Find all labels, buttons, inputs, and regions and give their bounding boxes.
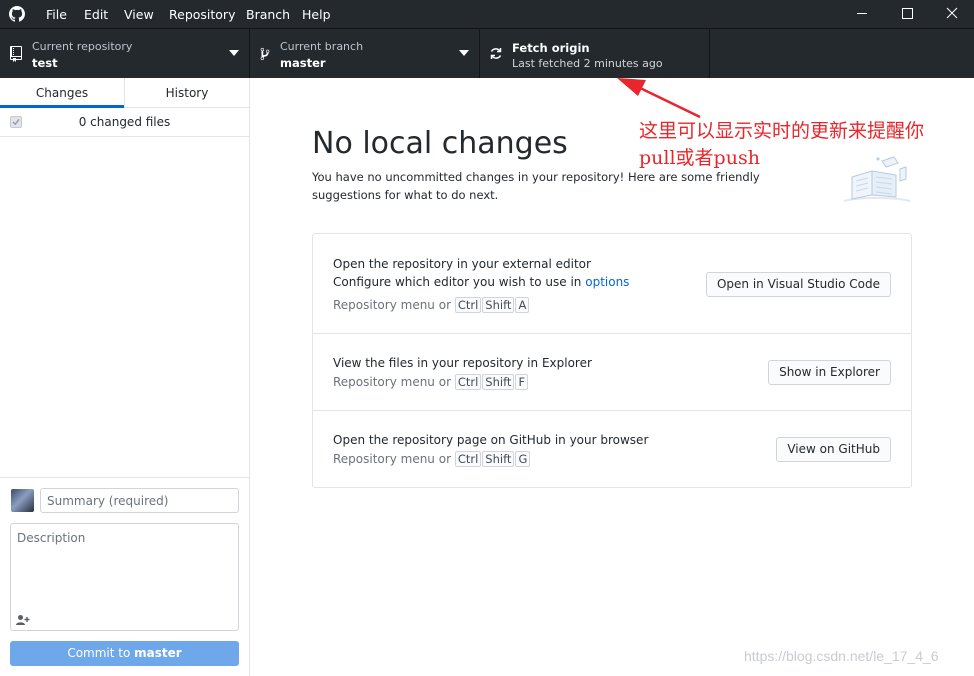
git-branch-icon bbox=[260, 47, 270, 61]
shortcut-label: Repository menu or bbox=[333, 452, 451, 466]
summary-input[interactable]: Summary (required) bbox=[40, 488, 239, 513]
suggestion-open-editor: Open the repository in your external edi… bbox=[313, 234, 911, 334]
current-branch-name: master bbox=[280, 56, 326, 70]
key-shift: Shift bbox=[482, 374, 515, 390]
suggestion-title: View the files in your repository in Exp… bbox=[333, 356, 592, 370]
title-bar: File Edit View Repository Branch Help bbox=[0, 0, 974, 28]
shortcut-label: Repository menu or bbox=[333, 298, 451, 312]
keyboard-shortcut: Repository menu or Ctrl Shift A bbox=[333, 297, 530, 313]
key-letter: A bbox=[515, 297, 530, 313]
menu-view[interactable]: View bbox=[124, 7, 154, 22]
suggestion-description: Configure which editor you wish to use i… bbox=[333, 275, 629, 289]
tab-changes[interactable]: Changes bbox=[0, 78, 124, 108]
suggestion-view-github: Open the repository page on GitHub in yo… bbox=[313, 411, 911, 487]
annotation-line-1: 这里可以显示实时的更新来提醒你 bbox=[639, 120, 925, 142]
key-letter: F bbox=[515, 374, 529, 390]
current-branch-label: Current branch bbox=[280, 40, 364, 53]
view-on-github-button[interactable]: View on GitHub bbox=[776, 437, 891, 462]
github-logo-icon bbox=[9, 6, 25, 22]
menu-file[interactable]: File bbox=[46, 7, 67, 22]
show-in-explorer-button[interactable]: Show in Explorer bbox=[768, 360, 891, 385]
menu-repository[interactable]: Repository bbox=[169, 7, 235, 22]
sync-icon bbox=[490, 48, 502, 59]
minimize-icon bbox=[857, 13, 867, 14]
fetch-origin-title: Fetch origin bbox=[512, 41, 590, 55]
repository-icon bbox=[10, 46, 22, 62]
tab-history[interactable]: History bbox=[124, 78, 249, 108]
avatar bbox=[11, 489, 34, 512]
page-title: No local changes bbox=[312, 126, 568, 161]
keyboard-shortcut: Repository menu or Ctrl Shift F bbox=[333, 374, 529, 390]
repository-selector[interactable]: Current repository test bbox=[0, 29, 250, 78]
commit-button-branch: master bbox=[134, 646, 182, 660]
branch-selector[interactable]: Current branch master bbox=[250, 29, 480, 78]
key-shift: Shift bbox=[482, 451, 515, 467]
shortcut-label: Repository menu or bbox=[333, 375, 451, 389]
key-ctrl: Ctrl bbox=[454, 451, 482, 467]
intro-text: You have no uncommitted changes in your … bbox=[312, 170, 760, 202]
current-repository-name: test bbox=[32, 56, 58, 70]
maximize-icon bbox=[902, 8, 913, 19]
close-icon bbox=[946, 7, 958, 19]
suggestion-title: Open the repository page on GitHub in yo… bbox=[333, 433, 649, 447]
key-ctrl: Ctrl bbox=[454, 297, 482, 313]
menu-help[interactable]: Help bbox=[302, 7, 331, 22]
suggestion-description-text: Configure which editor you wish to use i… bbox=[333, 275, 586, 289]
keyboard-shortcut: Repository menu or Ctrl Shift G bbox=[333, 451, 531, 467]
minimize-button[interactable] bbox=[842, 0, 882, 28]
chevron-down-icon bbox=[229, 50, 239, 56]
commit-button-prefix: Commit to bbox=[67, 646, 135, 660]
current-repository-label: Current repository bbox=[32, 40, 133, 53]
maximize-button[interactable] bbox=[887, 0, 927, 28]
changed-files-header: 0 changed files bbox=[0, 108, 249, 137]
commit-form: Summary (required) Description Commit to… bbox=[0, 477, 249, 676]
add-coauthor-icon[interactable] bbox=[16, 614, 30, 626]
description-placeholder: Description bbox=[17, 531, 86, 545]
annotation-text: 这里可以显示实时的更新来提醒你 pull或者push bbox=[639, 118, 924, 172]
key-ctrl: Ctrl bbox=[454, 374, 482, 390]
menu-edit[interactable]: Edit bbox=[84, 7, 108, 22]
last-fetched-text: Last fetched 2 minutes ago bbox=[512, 57, 663, 70]
sidebar: Changes History 0 changed files Summary … bbox=[0, 78, 250, 676]
fetch-origin-button[interactable]: Fetch origin Last fetched 2 minutes ago bbox=[480, 29, 710, 78]
commit-button[interactable]: Commit to master bbox=[10, 641, 239, 666]
menu-branch[interactable]: Branch bbox=[246, 7, 290, 22]
chevron-down-icon bbox=[459, 50, 469, 56]
suggestion-show-explorer: View the files in your repository in Exp… bbox=[313, 334, 911, 411]
close-button[interactable] bbox=[932, 0, 972, 28]
toolbar: Current repository test Current branch m… bbox=[0, 28, 974, 78]
annotation-line-2: pull或者push bbox=[639, 147, 760, 169]
key-letter: G bbox=[515, 451, 531, 467]
open-in-editor-button[interactable]: Open in Visual Studio Code bbox=[705, 272, 891, 297]
options-link[interactable]: options bbox=[585, 275, 629, 289]
watermark: https://blog.csdn.net/le_17_4_6 bbox=[744, 648, 939, 664]
description-input[interactable]: Description bbox=[10, 523, 239, 631]
key-shift: Shift bbox=[482, 297, 515, 313]
changed-files-count: 0 changed files bbox=[78, 115, 171, 129]
suggestions-list: Open the repository in your external edi… bbox=[312, 233, 912, 488]
suggestion-title: Open the repository in your external edi… bbox=[333, 257, 591, 271]
sidebar-tabs: Changes History bbox=[0, 78, 249, 108]
